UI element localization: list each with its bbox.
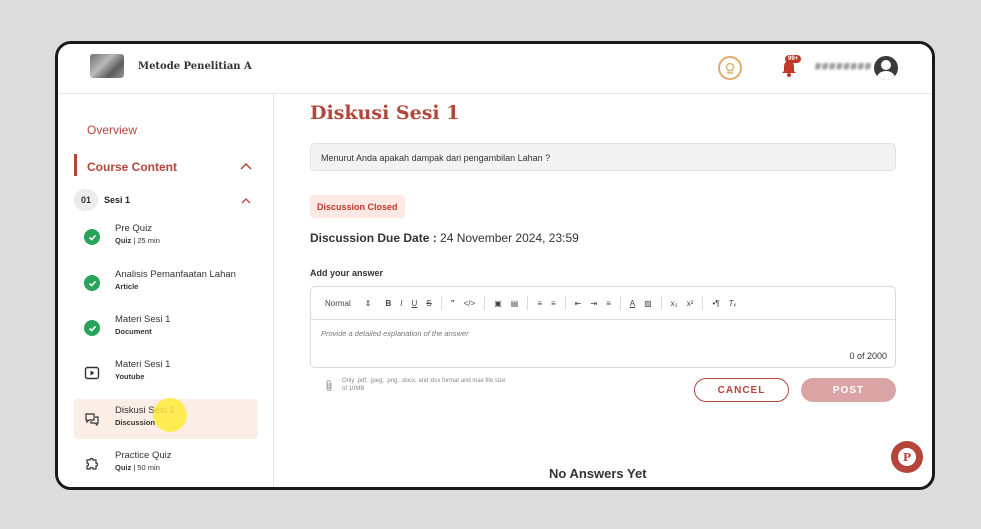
item-title: Pre Quiz xyxy=(115,223,152,234)
strikethrough-icon[interactable]: S xyxy=(426,299,431,308)
underline-icon[interactable]: U xyxy=(412,299,418,308)
ordered-list-icon[interactable]: ≡ xyxy=(537,299,542,308)
bullet-list-icon[interactable]: ≡ xyxy=(551,299,556,308)
status-badge: Discussion Closed xyxy=(310,195,405,218)
cancel-button[interactable]: CANCEL xyxy=(694,378,789,402)
sidebar-item-materi-youtube[interactable]: Materi Sesi 1 Youtube xyxy=(74,353,258,393)
item-meta: Quiz | 25 min xyxy=(115,236,160,245)
section-title[interactable]: Sesi 1 xyxy=(104,195,130,205)
section-number: 01 xyxy=(74,189,98,211)
chevron-up-icon[interactable] xyxy=(240,162,252,170)
username[interactable]: ######## xyxy=(815,61,872,73)
italic-icon[interactable]: I xyxy=(400,299,402,308)
item-meta: Quiz | 50 min xyxy=(115,463,160,472)
notification-count-badge: 99+ xyxy=(785,55,802,63)
indent-icon[interactable]: ⇥ xyxy=(590,299,597,308)
post-button[interactable]: POST xyxy=(801,378,896,402)
outdent-icon[interactable]: ⇤ xyxy=(575,299,582,308)
bold-icon[interactable]: B xyxy=(385,299,391,308)
sidebar-item-practice-quiz[interactable]: Practice Quiz Quiz | 50 min xyxy=(74,444,258,484)
chat-icon xyxy=(85,413,99,427)
answer-editor[interactable]: Normal ⇕ B I U S ” </> ▣ ▤ ≡ ≡ ⇤ ⇥ ≡ A ▨… xyxy=(310,286,896,368)
clear-format-icon[interactable]: Tₓ xyxy=(729,299,737,308)
item-title: Practice Quiz xyxy=(115,450,172,461)
sidebar-item-diskusi[interactable]: Diskusi Sesi 1 Discussion xyxy=(74,399,258,439)
item-meta: Youtube xyxy=(115,372,145,381)
subscript-icon[interactable]: x₂ xyxy=(671,299,678,308)
toolbar-divider xyxy=(527,296,529,310)
course-title: Metode Penelitian A xyxy=(138,61,252,72)
add-answer-label: Add your answer xyxy=(310,268,384,278)
align-icon[interactable]: ≡ xyxy=(606,299,611,308)
item-title: Analisis Pemanfaatan Lahan xyxy=(115,269,236,280)
item-meta: Document xyxy=(115,327,152,336)
format-select[interactable]: Normal ⇕ xyxy=(325,299,371,308)
image-icon[interactable]: ▣ xyxy=(494,299,502,308)
item-meta: Discussion xyxy=(115,418,156,427)
course-sidebar: Overview Course Content 01 Sesi 1 Pre Qu… xyxy=(58,94,274,487)
item-meta: Article xyxy=(115,282,139,291)
attachment-icon[interactable] xyxy=(324,379,334,393)
text-color-icon[interactable]: A xyxy=(630,299,635,308)
video-embed-icon[interactable]: ▤ xyxy=(511,299,519,308)
quote-icon[interactable]: ” xyxy=(451,299,455,308)
help-fab-button[interactable]: P xyxy=(891,441,923,473)
file-format-note: Only .pdf, .jpeg, .png, .docx, and xlsx … xyxy=(342,378,506,392)
page-title: Diskusi Sesi 1 xyxy=(310,102,460,124)
achievement-icon[interactable] xyxy=(718,56,742,80)
app-window: Metode Penelitian A 99+ ######## Overvie… xyxy=(55,41,935,490)
superscript-icon[interactable]: x² xyxy=(687,299,694,308)
video-icon xyxy=(84,366,100,380)
check-icon xyxy=(84,275,100,291)
puzzle-icon xyxy=(86,457,99,470)
avatar[interactable] xyxy=(874,56,898,80)
discussion-question: Menurut Anda apakah dampak dari pengambi… xyxy=(310,143,896,171)
top-header: Metode Penelitian A 99+ ######## xyxy=(58,44,932,94)
active-section-indicator xyxy=(74,154,77,176)
course-thumbnail xyxy=(90,54,124,78)
sidebar-item-materi-document[interactable]: Materi Sesi 1 Document xyxy=(74,308,258,348)
due-date: Discussion Due Date : 24 November 2024, … xyxy=(310,231,579,245)
toolbar-divider xyxy=(619,296,621,310)
character-count: 0 of 2000 xyxy=(849,351,887,361)
check-icon xyxy=(84,320,100,336)
sidebar-course-content[interactable]: Course Content xyxy=(87,160,177,174)
item-title: Materi Sesi 1 xyxy=(115,314,171,325)
item-title: Diskusi Sesi 1 xyxy=(115,405,175,416)
toolbar-divider xyxy=(564,296,566,310)
toolbar-divider xyxy=(440,296,442,310)
chevron-up-icon[interactable] xyxy=(241,197,251,204)
brand-icon: P xyxy=(898,448,916,466)
sidebar-item-pre-quiz[interactable]: Pre Quiz Quiz | 25 min xyxy=(74,217,258,257)
code-icon[interactable]: </> xyxy=(464,299,476,308)
toolbar-divider xyxy=(484,296,486,310)
toolbar-divider xyxy=(702,296,704,310)
sidebar-item-overview[interactable]: Overview xyxy=(87,123,137,137)
sidebar-item-analisis[interactable]: Analisis Pemanfaatan Lahan Article xyxy=(74,263,258,303)
check-icon xyxy=(84,229,100,245)
answer-placeholder: Provide a detailed explanation of the an… xyxy=(321,329,469,338)
item-title: Materi Sesi 1 xyxy=(115,359,171,370)
text-direction-icon[interactable]: •¶ xyxy=(712,299,719,308)
background-color-icon[interactable]: ▨ xyxy=(644,299,652,308)
no-answers-message: No Answers Yet xyxy=(549,466,647,481)
toolbar-divider xyxy=(660,296,662,310)
main-content: Diskusi Sesi 1 Menurut Anda apakah dampa… xyxy=(274,94,932,487)
editor-toolbar: Normal ⇕ B I U S ” </> ▣ ▤ ≡ ≡ ⇤ ⇥ ≡ A ▨… xyxy=(311,287,895,320)
